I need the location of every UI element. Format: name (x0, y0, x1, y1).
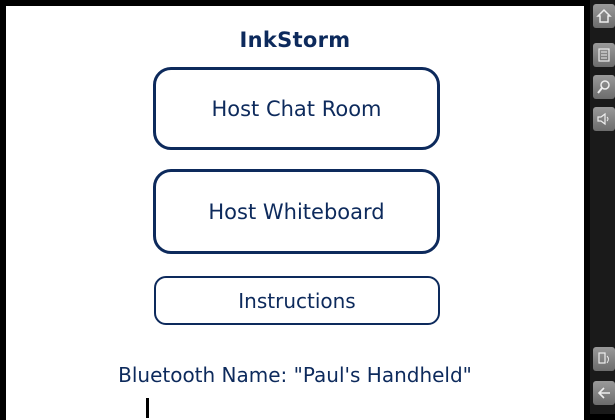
back-icon[interactable] (593, 381, 615, 405)
host-chat-room-button[interactable]: Host Chat Room (153, 67, 440, 150)
menu-icon[interactable] (593, 43, 615, 67)
rotate-icon[interactable] (593, 347, 615, 371)
app-title: InkStorm (239, 28, 351, 52)
host-whiteboard-button[interactable]: Host Whiteboard (153, 169, 440, 254)
home-icon[interactable] (593, 4, 615, 28)
text-cursor (146, 398, 149, 418)
instructions-button[interactable]: Instructions (154, 276, 440, 325)
app-screen: InkStorm Host Chat Room Host Whiteboard … (6, 6, 584, 420)
sound-icon[interactable] (593, 107, 615, 131)
find-icon[interactable] (593, 75, 615, 99)
system-sidebar (590, 0, 615, 414)
bluetooth-name-label: Bluetooth Name: "Paul's Handheld" (118, 363, 472, 387)
